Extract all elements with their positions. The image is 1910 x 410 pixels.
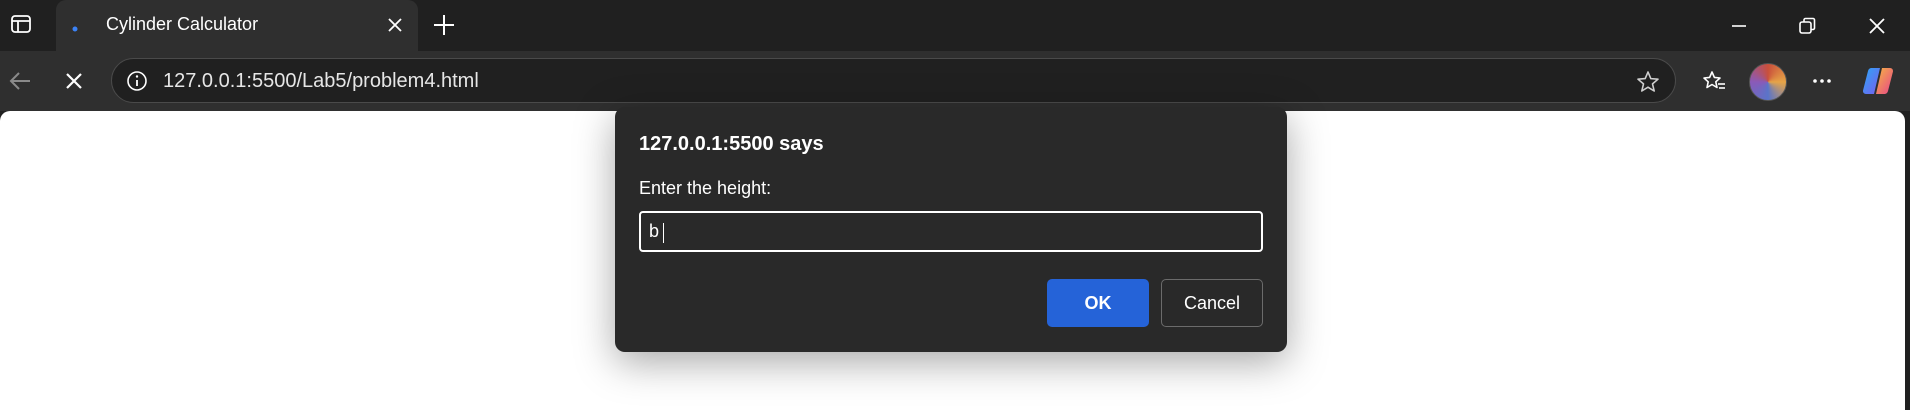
dialog-title: 127.0.0.1:5500 says [639, 133, 824, 155]
loading-dot-icon [70, 21, 80, 32]
text-caret [663, 223, 664, 243]
close-window-icon[interactable] [1865, 14, 1889, 38]
prompt-input[interactable] [639, 211, 1263, 252]
minimize-icon[interactable] [1727, 14, 1751, 38]
ok-button[interactable]: OK [1047, 279, 1149, 327]
tab-title: Cylinder Calculator [106, 14, 259, 34]
avatar[interactable] [1749, 63, 1787, 101]
favorites-icon[interactable] [1700, 67, 1728, 95]
restore-icon[interactable] [1795, 14, 1819, 38]
back-arrow-icon[interactable] [6, 67, 34, 95]
title-bar: Cylinder Calculator [0, 0, 1910, 51]
more-icon[interactable] [1808, 67, 1836, 95]
url-text[interactable]: 127.0.0.1:5500/Lab5/problem4.html [163, 70, 479, 93]
toolbar: 127.0.0.1:5500/Lab5/problem4.html [0, 51, 1910, 111]
copilot-icon[interactable] [1861, 64, 1895, 98]
plus-icon[interactable] [430, 11, 458, 39]
tab-cylinder-calculator[interactable]: Cylinder Calculator [56, 0, 418, 51]
cancel-button[interactable]: Cancel [1161, 279, 1263, 327]
star-icon[interactable] [1635, 69, 1661, 95]
address-bar[interactable]: 127.0.0.1:5500/Lab5/problem4.html [111, 58, 1676, 103]
sidebar-toggle-icon[interactable] [8, 11, 34, 37]
stop-icon[interactable] [60, 67, 88, 95]
dialog-message: Enter the height: [639, 178, 772, 198]
close-icon[interactable] [384, 14, 406, 36]
info-icon[interactable] [126, 70, 148, 92]
prompt-dialog: 127.0.0.1:5500 says Enter the height: OK… [615, 107, 1287, 352]
